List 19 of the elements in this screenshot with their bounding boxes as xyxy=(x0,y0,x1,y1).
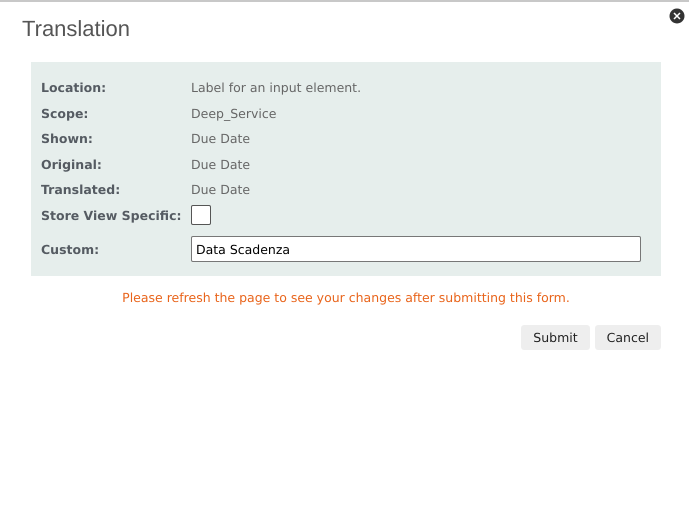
field-value: Due Date xyxy=(191,156,250,172)
field-value: Due Date xyxy=(191,131,250,146)
field-label: Translated: xyxy=(41,182,122,198)
field-value: Deep_Service xyxy=(191,106,276,121)
field-label: Scope: xyxy=(41,106,90,121)
field-label: Location: xyxy=(41,80,108,96)
field-label: Store View Specific: xyxy=(41,208,182,223)
checkbox[interactable] xyxy=(191,205,211,226)
field-value: Label for an input element. xyxy=(191,80,362,96)
dialog-title: Translation xyxy=(22,16,130,42)
input-field[interactable]: Data Scadenza xyxy=(191,236,641,262)
notice-text: Please refresh the page to see your changes after submitting this form. xyxy=(121,290,571,305)
field-value: Due Date xyxy=(191,182,250,198)
close-icon[interactable] xyxy=(669,8,685,24)
field-label: Shown: xyxy=(41,131,94,146)
cancel-button[interactable]: Cancel xyxy=(594,325,661,350)
submit-button[interactable]: Submit xyxy=(521,325,590,350)
field-label: Custom: xyxy=(41,242,100,256)
field-label: Original: xyxy=(41,156,103,172)
